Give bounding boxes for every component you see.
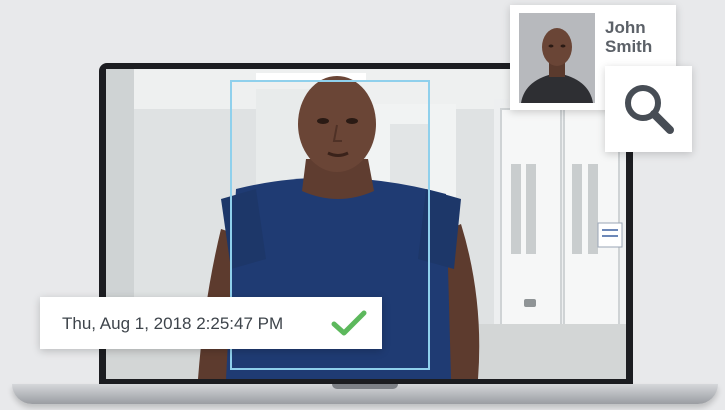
detection-timestamp-card: Thu, Aug 1, 2018 2:25:47 PM bbox=[40, 297, 382, 349]
laptop-notch bbox=[332, 384, 398, 389]
detection-timestamp: Thu, Aug 1, 2018 2:25:47 PM bbox=[62, 314, 284, 333]
match-name: John Smith bbox=[605, 18, 653, 56]
checkmark-icon bbox=[331, 310, 367, 336]
laptop-base bbox=[12, 384, 718, 404]
person-portrait-icon bbox=[519, 13, 595, 103]
search-button[interactable] bbox=[605, 66, 692, 152]
search-icon bbox=[624, 85, 674, 134]
